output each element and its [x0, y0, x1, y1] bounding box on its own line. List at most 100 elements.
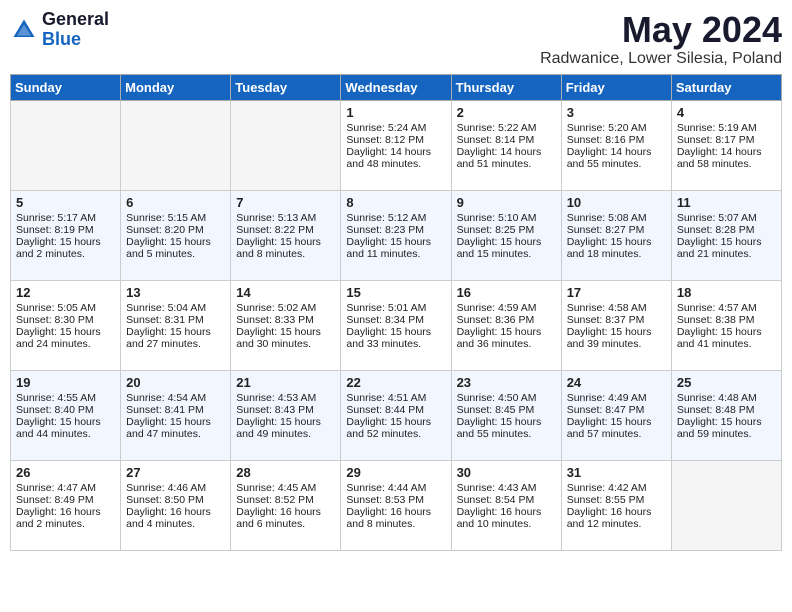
sunset-text: Sunset: 8:33 PM: [236, 314, 335, 326]
col-wednesday: Wednesday: [341, 74, 451, 100]
col-monday: Monday: [121, 74, 231, 100]
sunrise-text: Sunrise: 5:12 AM: [346, 212, 445, 224]
calendar-cell: 9Sunrise: 5:10 AMSunset: 8:25 PMDaylight…: [451, 190, 561, 280]
col-thursday: Thursday: [451, 74, 561, 100]
daylight-text: Daylight: 15 hours and 57 minutes.: [567, 416, 666, 440]
calendar-cell: 29Sunrise: 4:44 AMSunset: 8:53 PMDayligh…: [341, 460, 451, 550]
sunrise-text: Sunrise: 5:07 AM: [677, 212, 776, 224]
week-row-3: 12Sunrise: 5:05 AMSunset: 8:30 PMDayligh…: [11, 280, 782, 370]
sunrise-text: Sunrise: 5:20 AM: [567, 122, 666, 134]
sunrise-text: Sunrise: 5:17 AM: [16, 212, 115, 224]
day-number: 27: [126, 465, 225, 480]
daylight-text: Daylight: 16 hours and 10 minutes.: [457, 506, 556, 530]
daylight-text: Daylight: 15 hours and 15 minutes.: [457, 236, 556, 260]
logo-text: General Blue: [42, 10, 109, 50]
sunset-text: Sunset: 8:40 PM: [16, 404, 115, 416]
daylight-text: Daylight: 15 hours and 33 minutes.: [346, 326, 445, 350]
daylight-text: Daylight: 16 hours and 8 minutes.: [346, 506, 445, 530]
day-number: 2: [457, 105, 556, 120]
day-number: 16: [457, 285, 556, 300]
calendar-cell: 3Sunrise: 5:20 AMSunset: 8:16 PMDaylight…: [561, 100, 671, 190]
daylight-text: Daylight: 15 hours and 8 minutes.: [236, 236, 335, 260]
sunrise-text: Sunrise: 4:49 AM: [567, 392, 666, 404]
sunset-text: Sunset: 8:43 PM: [236, 404, 335, 416]
daylight-text: Daylight: 16 hours and 2 minutes.: [16, 506, 115, 530]
day-number: 4: [677, 105, 776, 120]
daylight-text: Daylight: 15 hours and 49 minutes.: [236, 416, 335, 440]
calendar-cell: 30Sunrise: 4:43 AMSunset: 8:54 PMDayligh…: [451, 460, 561, 550]
day-number: 1: [346, 105, 445, 120]
calendar-cell: [671, 460, 781, 550]
day-number: 14: [236, 285, 335, 300]
logo-icon: [10, 16, 38, 44]
calendar-cell: 17Sunrise: 4:58 AMSunset: 8:37 PMDayligh…: [561, 280, 671, 370]
calendar-cell: 1Sunrise: 5:24 AMSunset: 8:12 PMDaylight…: [341, 100, 451, 190]
day-number: 7: [236, 195, 335, 210]
daylight-text: Daylight: 15 hours and 18 minutes.: [567, 236, 666, 260]
sunrise-text: Sunrise: 5:10 AM: [457, 212, 556, 224]
sunset-text: Sunset: 8:52 PM: [236, 494, 335, 506]
calendar-cell: 6Sunrise: 5:15 AMSunset: 8:20 PMDaylight…: [121, 190, 231, 280]
calendar-cell: 27Sunrise: 4:46 AMSunset: 8:50 PMDayligh…: [121, 460, 231, 550]
day-number: 9: [457, 195, 556, 210]
sunset-text: Sunset: 8:45 PM: [457, 404, 556, 416]
sunrise-text: Sunrise: 5:13 AM: [236, 212, 335, 224]
col-tuesday: Tuesday: [231, 74, 341, 100]
calendar-cell: 15Sunrise: 5:01 AMSunset: 8:34 PMDayligh…: [341, 280, 451, 370]
sunset-text: Sunset: 8:38 PM: [677, 314, 776, 326]
logo: General Blue: [10, 10, 109, 50]
col-friday: Friday: [561, 74, 671, 100]
daylight-text: Daylight: 15 hours and 47 minutes.: [126, 416, 225, 440]
daylight-text: Daylight: 16 hours and 6 minutes.: [236, 506, 335, 530]
calendar-cell: [231, 100, 341, 190]
day-number: 17: [567, 285, 666, 300]
sunset-text: Sunset: 8:47 PM: [567, 404, 666, 416]
page-header: General Blue May 2024 Radwanice, Lower S…: [10, 10, 782, 68]
calendar-cell: 7Sunrise: 5:13 AMSunset: 8:22 PMDaylight…: [231, 190, 341, 280]
daylight-text: Daylight: 15 hours and 59 minutes.: [677, 416, 776, 440]
sunrise-text: Sunrise: 5:08 AM: [567, 212, 666, 224]
calendar-cell: 20Sunrise: 4:54 AMSunset: 8:41 PMDayligh…: [121, 370, 231, 460]
day-number: 15: [346, 285, 445, 300]
sunrise-text: Sunrise: 4:58 AM: [567, 302, 666, 314]
day-number: 19: [16, 375, 115, 390]
daylight-text: Daylight: 15 hours and 5 minutes.: [126, 236, 225, 260]
calendar-cell: 22Sunrise: 4:51 AMSunset: 8:44 PMDayligh…: [341, 370, 451, 460]
sunrise-text: Sunrise: 4:54 AM: [126, 392, 225, 404]
daylight-text: Daylight: 14 hours and 58 minutes.: [677, 146, 776, 170]
sunrise-text: Sunrise: 4:55 AM: [16, 392, 115, 404]
month-title: May 2024: [540, 10, 782, 50]
daylight-text: Daylight: 15 hours and 27 minutes.: [126, 326, 225, 350]
calendar-cell: 18Sunrise: 4:57 AMSunset: 8:38 PMDayligh…: [671, 280, 781, 370]
sunrise-text: Sunrise: 5:04 AM: [126, 302, 225, 314]
daylight-text: Daylight: 15 hours and 44 minutes.: [16, 416, 115, 440]
week-row-5: 26Sunrise: 4:47 AMSunset: 8:49 PMDayligh…: [11, 460, 782, 550]
daylight-text: Daylight: 15 hours and 41 minutes.: [677, 326, 776, 350]
calendar-cell: 25Sunrise: 4:48 AMSunset: 8:48 PMDayligh…: [671, 370, 781, 460]
sunset-text: Sunset: 8:23 PM: [346, 224, 445, 236]
calendar-cell: 5Sunrise: 5:17 AMSunset: 8:19 PMDaylight…: [11, 190, 121, 280]
sunrise-text: Sunrise: 4:42 AM: [567, 482, 666, 494]
daylight-text: Daylight: 15 hours and 21 minutes.: [677, 236, 776, 260]
calendar-cell: 24Sunrise: 4:49 AMSunset: 8:47 PMDayligh…: [561, 370, 671, 460]
sunset-text: Sunset: 8:41 PM: [126, 404, 225, 416]
calendar-cell: 8Sunrise: 5:12 AMSunset: 8:23 PMDaylight…: [341, 190, 451, 280]
sunrise-text: Sunrise: 5:15 AM: [126, 212, 225, 224]
sunset-text: Sunset: 8:37 PM: [567, 314, 666, 326]
daylight-text: Daylight: 14 hours and 51 minutes.: [457, 146, 556, 170]
day-number: 30: [457, 465, 556, 480]
daylight-text: Daylight: 15 hours and 24 minutes.: [16, 326, 115, 350]
day-number: 10: [567, 195, 666, 210]
calendar-cell: 12Sunrise: 5:05 AMSunset: 8:30 PMDayligh…: [11, 280, 121, 370]
sunset-text: Sunset: 8:34 PM: [346, 314, 445, 326]
calendar-cell: 23Sunrise: 4:50 AMSunset: 8:45 PMDayligh…: [451, 370, 561, 460]
day-number: 13: [126, 285, 225, 300]
daylight-text: Daylight: 15 hours and 55 minutes.: [457, 416, 556, 440]
sunrise-text: Sunrise: 4:44 AM: [346, 482, 445, 494]
sunrise-text: Sunrise: 4:57 AM: [677, 302, 776, 314]
daylight-text: Daylight: 16 hours and 12 minutes.: [567, 506, 666, 530]
calendar-cell: [11, 100, 121, 190]
daylight-text: Daylight: 15 hours and 30 minutes.: [236, 326, 335, 350]
calendar-cell: 21Sunrise: 4:53 AMSunset: 8:43 PMDayligh…: [231, 370, 341, 460]
week-row-1: 1Sunrise: 5:24 AMSunset: 8:12 PMDaylight…: [11, 100, 782, 190]
